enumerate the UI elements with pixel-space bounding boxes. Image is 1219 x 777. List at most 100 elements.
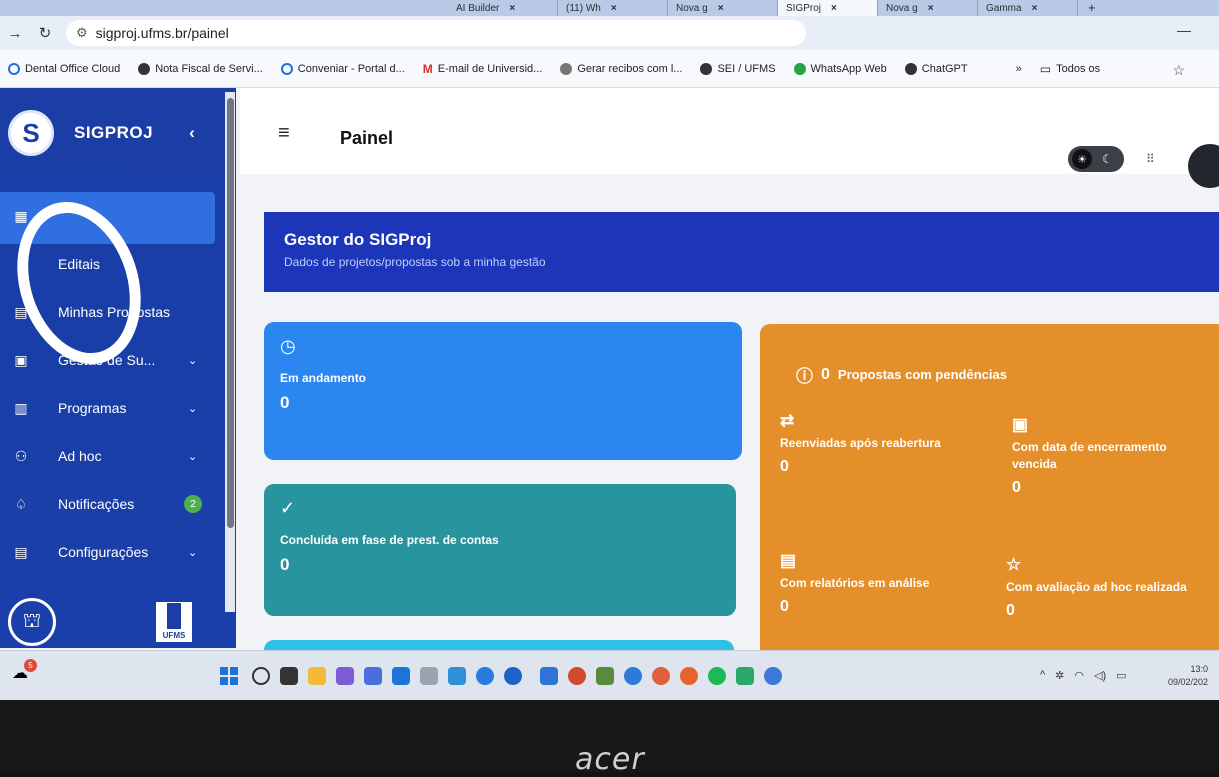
bookmark-label: E-mail de Universid...	[437, 62, 543, 75]
apps-grid-icon[interactable]: ⠿	[1146, 152, 1155, 166]
windows-taskbar: ☁ 5 ^ ✲ ◠ ◁) ▭ 13:0 09/02/202	[0, 650, 1219, 700]
tab-nova-guia-2[interactable]: Nova g ×	[878, 0, 978, 16]
chrome-icon[interactable]	[764, 667, 782, 685]
receipt-icon	[560, 62, 573, 75]
close-icon[interactable]: ×	[831, 3, 837, 14]
bookmark-email[interactable]: M E-mail de Universid...	[423, 62, 543, 76]
edge-icon[interactable]	[476, 667, 494, 685]
new-tab-button[interactable]: +	[1088, 0, 1096, 16]
app-icon[interactable]	[420, 667, 438, 685]
chatgpt-icon	[904, 62, 917, 75]
bookmark-chatgpt[interactable]: ChatGPT	[904, 62, 968, 75]
bookmark-whatsapp-web[interactable]: WhatsApp Web	[793, 62, 887, 75]
site-settings-icon[interactable]: ⚙	[76, 25, 88, 41]
chrome-icon[interactable]	[568, 667, 586, 685]
brand: S SIGPROJ ‹	[8, 110, 195, 156]
weather-widget[interactable]: ☁ 5	[12, 659, 37, 683]
pend-reenviadas[interactable]: ⇄ Reenviadas após reabertura 0	[780, 412, 970, 475]
menu-toggle-icon[interactable]: ≡	[278, 122, 290, 145]
close-icon[interactable]: ×	[928, 3, 934, 14]
close-icon[interactable]: ×	[718, 3, 724, 14]
pend-encerramento-vencida[interactable]: ▣ Com data de encerramento vencida 0	[1012, 416, 1202, 496]
forward-icon[interactable]: →	[0, 25, 30, 42]
bookmark-conveniar[interactable]: Conveniar - Portal d...	[280, 62, 405, 75]
alert-icon: ⓘ	[796, 367, 813, 386]
app-u-icon[interactable]	[540, 667, 558, 685]
bookmark-label: SEI / UFMS	[717, 62, 776, 75]
copilot-icon[interactable]	[336, 667, 354, 685]
spotify-icon[interactable]	[708, 667, 726, 685]
address-bar[interactable]: ⚙ sigproj.ufms.br/painel	[66, 20, 806, 46]
search-icon[interactable]	[252, 667, 270, 685]
gestor-banner: Gestor do SIGProj Dados de projetos/prop…	[264, 212, 1219, 292]
tab-nova-guia-1[interactable]: Nova g ×	[668, 0, 778, 16]
app-icon[interactable]	[736, 667, 754, 685]
bookmark-nota-fiscal[interactable]: Nota Fiscal de Servi...	[138, 62, 263, 75]
sidebar-scroll-thumb[interactable]	[227, 98, 234, 528]
tab-ai-builder[interactable]: AI Builder ×	[448, 0, 558, 16]
pend-label: Com data de encerramento vencida	[1012, 440, 1167, 471]
minimize-icon[interactable]: —	[1177, 22, 1191, 38]
gmail-icon: M	[422, 61, 433, 76]
theme-toggle[interactable]: ☀ ☾	[1068, 146, 1124, 172]
clock[interactable]: 13:0 09/02/202	[1168, 663, 1208, 689]
tab-sigproj[interactable]: SIGProj ×	[778, 0, 878, 16]
sidebar: S SIGPROJ ‹ ▦ Editais ▤ Minhas Propostas…	[0, 88, 236, 648]
overflow-icon: »	[1015, 62, 1022, 75]
bookmark-sei-ufms[interactable]: SEI / UFMS	[700, 62, 776, 75]
file-explorer-icon[interactable]	[308, 667, 326, 685]
pend-label: Com relatórios em análise	[780, 576, 930, 590]
pend-value: 0	[780, 458, 789, 475]
volume-icon[interactable]: ◁)	[1094, 669, 1106, 682]
bookmark-star-icon[interactable]: ☆	[1172, 62, 1185, 79]
app-icon[interactable]	[652, 667, 670, 685]
bookmarks-overflow[interactable]: »	[1016, 63, 1022, 75]
battery-icon[interactable]: ▭	[1116, 669, 1126, 682]
list-icon: ▥	[14, 399, 28, 416]
sidebar-item-label: Configurações	[58, 544, 149, 560]
app-icon[interactable]	[624, 667, 642, 685]
mail-icon[interactable]	[448, 667, 466, 685]
sidebar-item-notificacoes[interactable]: ♤ Notificações 2	[0, 480, 236, 528]
reload-icon[interactable]: ↻	[30, 24, 60, 42]
app-icon[interactable]	[596, 667, 614, 685]
close-icon[interactable]: ×	[509, 3, 515, 14]
pendencias-count: 0	[821, 365, 830, 383]
globe-icon	[8, 62, 20, 75]
system-tray: ^ ✲ ◠ ◁) ▭	[1040, 669, 1127, 682]
task-view-icon[interactable]	[280, 667, 298, 685]
pend-value: 0	[1006, 602, 1015, 619]
notification-badge: 5	[24, 659, 37, 672]
check-circle-icon: ✓	[280, 498, 296, 518]
bookmark-label: WhatsApp Web	[810, 62, 887, 75]
collapse-sidebar-icon[interactable]: ‹	[189, 123, 195, 143]
card-em-andamento[interactable]: ◷ Em andamento 0	[264, 322, 742, 460]
browser-icon[interactable]	[504, 667, 522, 685]
pend-avaliacao-adhoc[interactable]: ☆ Com avaliação ad hoc realizada 0	[1006, 556, 1196, 619]
close-icon[interactable]: ×	[1032, 3, 1038, 14]
bookmark-dental-office-cloud[interactable]: Dental Office Cloud	[8, 62, 120, 75]
sidebar-item-programas[interactable]: ▥ Programas ⌄	[0, 384, 236, 432]
teams-icon[interactable]	[364, 667, 382, 685]
chevron-down-icon: ⌄	[188, 354, 198, 367]
card-concluida[interactable]: ✓ Concluída em fase de prest. de contas …	[264, 484, 736, 616]
avatar[interactable]	[1188, 144, 1219, 188]
bookmark-gerar-recibos[interactable]: Gerar recibos com l...	[560, 62, 682, 75]
chevron-up-icon[interactable]: ^	[1040, 669, 1045, 682]
card-value: 0	[280, 393, 290, 412]
firefox-icon[interactable]	[680, 667, 698, 685]
pend-relatorios[interactable]: ▤ Com relatórios em análise 0	[780, 552, 970, 615]
sidebar-item-ad-hoc[interactable]: ⚇ Ad hoc ⌄	[0, 432, 236, 480]
all-bookmarks-folder[interactable]: ▭ Todos os	[1040, 62, 1100, 76]
screen: AI Builder × (11) Wh × Nova g × SIGProj × No…	[0, 0, 1219, 700]
wifi-icon[interactable]: ◠	[1074, 669, 1084, 682]
sidebar-item-configuracoes[interactable]: ▤ Configurações ⌄	[0, 528, 236, 576]
close-icon[interactable]: ×	[611, 3, 617, 14]
tray-app-icon[interactable]: ✲	[1055, 669, 1064, 682]
tab-whatsapp[interactable]: (11) Wh ×	[558, 0, 668, 16]
whatsapp-icon	[793, 62, 806, 75]
bookmark-label: Nota Fiscal de Servi...	[155, 62, 263, 75]
tab-gamma[interactable]: Gamma ×	[978, 0, 1078, 16]
store-icon[interactable]	[392, 667, 410, 685]
start-icon[interactable]	[220, 667, 238, 685]
